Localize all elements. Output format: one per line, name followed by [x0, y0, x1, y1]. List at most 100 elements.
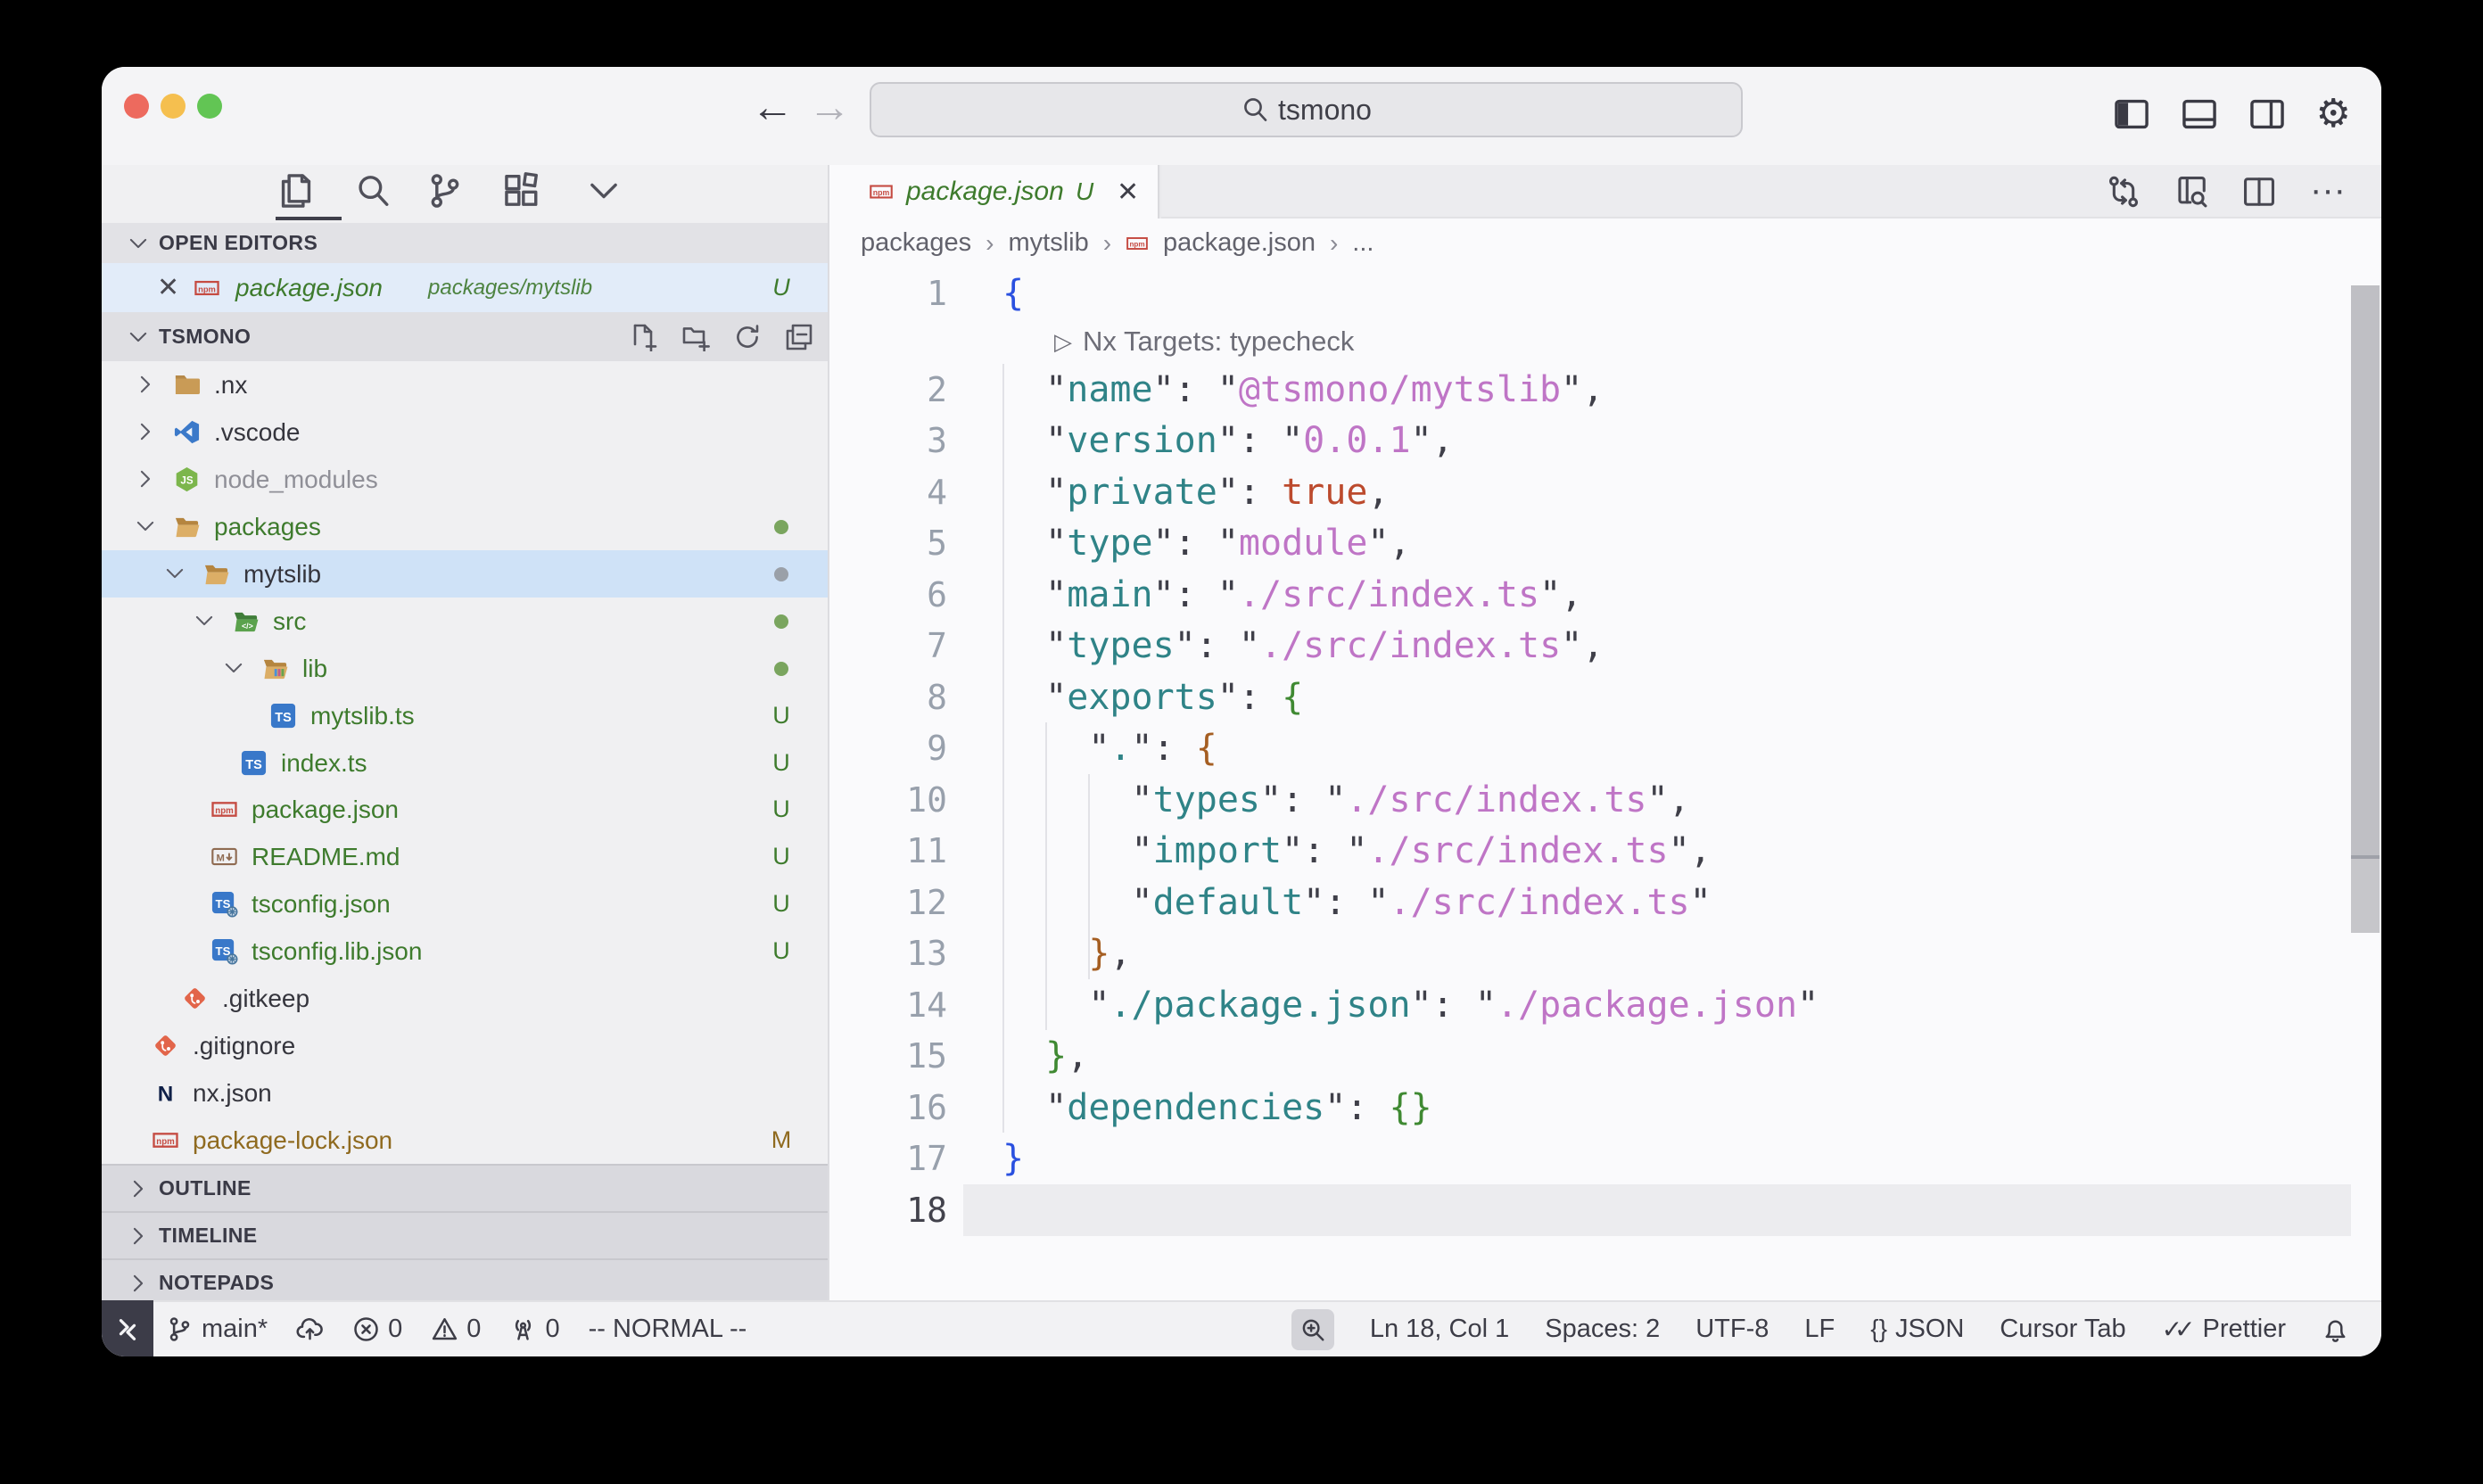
tree-item-tsconfig-json[interactable]: TStsconfig.jsonU — [102, 880, 828, 928]
status-0[interactable]: 0 — [352, 1315, 402, 1344]
code-line-11: 11 "import": "./src/index.ts", — [829, 825, 2381, 877]
status-main-[interactable]: main* — [166, 1315, 268, 1344]
status-0[interactable]: 0 — [509, 1315, 559, 1344]
remote-indicator[interactable] — [102, 1300, 153, 1356]
tree-item-package-json[interactable]: npmpackage.jsonU — [102, 786, 828, 833]
breadcrumb-item[interactable]: package.json — [1163, 228, 1316, 258]
code-editor[interactable]: ▷Nx Targets: typecheck1{2 "name": "@tsmo… — [829, 268, 2381, 1300]
tree-item-node-modules[interactable]: JSnode_modules — [102, 456, 828, 503]
status--normal-[interactable]: -- NORMAL -- — [589, 1315, 747, 1344]
toggle-primary-sidebar-icon[interactable] — [2113, 95, 2150, 133]
collapse-all-icon[interactable] — [785, 323, 813, 351]
compare-changes-icon[interactable] — [2107, 175, 2141, 209]
tab-close-icon[interactable]: ✕ — [1117, 177, 1139, 208]
breadcrumb-item[interactable]: ... — [1352, 228, 1373, 258]
tree-item-src[interactable]: </>src — [102, 598, 828, 645]
tree-item--gitkeep[interactable]: .gitkeep — [102, 975, 828, 1022]
chevron-right-icon[interactable] — [134, 467, 157, 491]
code-line-18: 18 — [829, 1184, 2381, 1236]
close-icon[interactable]: ✕ — [157, 272, 179, 303]
open-editor-filename: package.json — [235, 274, 383, 302]
section-outline[interactable]: OUTLINE — [102, 1164, 828, 1211]
tree-item-label: src — [273, 598, 306, 645]
status-lf[interactable]: LF — [1804, 1315, 1835, 1344]
settings-gear-icon[interactable]: ⚙ — [2316, 95, 2351, 133]
history-forward-button[interactable]: → — [808, 83, 851, 133]
tree-item--gitignore[interactable]: .gitignore — [102, 1022, 828, 1069]
section-timeline[interactable]: TIMELINE — [102, 1211, 828, 1258]
tree-item-tsconfig-lib-json[interactable]: TStsconfig.lib.jsonU — [102, 928, 828, 975]
tree-item-package-lock-json[interactable]: npmpackage-lock.jsonM — [102, 1117, 828, 1164]
refresh-icon[interactable] — [733, 323, 762, 351]
tree-item--nx[interactable]: .nx — [102, 361, 828, 408]
open-editors-header[interactable]: OPEN EDITORS — [102, 223, 828, 263]
more-actions-icon[interactable]: ··· — [2310, 175, 2346, 209]
tree-item-mytslib[interactable]: mytslib — [102, 550, 828, 598]
status-bell[interactable] — [2322, 1315, 2349, 1343]
change-dot-badge — [774, 614, 788, 629]
svg-text:JS: JS — [180, 475, 193, 487]
tab-package-json[interactable]: npm package.json U ✕ — [829, 165, 1159, 218]
new-folder-icon[interactable] — [681, 323, 710, 351]
status-cloud-upload[interactable] — [296, 1315, 324, 1343]
breadcrumb: packages›mytslib›npmpackage.json›... — [829, 218, 2381, 268]
status-utf-8[interactable]: UTF-8 — [1695, 1315, 1769, 1344]
node-icon: JS — [173, 466, 201, 493]
tree-item-label: nx.json — [193, 1069, 272, 1117]
code-line-16: 16 "dependencies": {} — [829, 1082, 2381, 1134]
chevron-down-icon[interactable] — [193, 609, 216, 632]
traffic-minimize-button[interactable] — [161, 94, 186, 119]
new-file-icon[interactable] — [630, 323, 658, 351]
search-view-icon[interactable] — [354, 172, 392, 210]
codelens-nx-targets[interactable]: ▷Nx Targets: typecheck — [1054, 319, 1354, 364]
tree-item--vscode[interactable]: .vscode — [102, 408, 828, 456]
svg-text:M: M — [217, 853, 225, 864]
status-json[interactable]: {}JSON — [1870, 1315, 1964, 1344]
section-notepads[interactable]: NOTEPADS — [102, 1258, 828, 1306]
status-spaces-2[interactable]: Spaces: 2 — [1545, 1315, 1660, 1344]
chevron-down-icon[interactable] — [134, 515, 157, 538]
tree-item-packages[interactable]: packages — [102, 503, 828, 550]
tree-item-mytslib-ts[interactable]: TSmytslib.tsU — [102, 692, 828, 739]
status-label: JSON — [1895, 1315, 1964, 1344]
more-views-chevron-icon[interactable] — [585, 172, 623, 210]
status-zoom-box[interactable] — [1291, 1309, 1334, 1350]
code-line-12: 12 "default": "./src/index.ts" — [829, 877, 2381, 928]
line-content: }, — [1002, 1030, 1088, 1082]
split-editor-icon[interactable] — [2242, 175, 2276, 209]
breadcrumb-item[interactable]: packages — [861, 228, 971, 258]
tree-item-nx-json[interactable]: Nnx.json — [102, 1069, 828, 1117]
status-label: 0 — [545, 1315, 559, 1344]
tree-item-index-ts[interactable]: TSindex.tsU — [102, 739, 828, 787]
chevron-right-icon[interactable] — [134, 420, 157, 443]
open-editor-item[interactable]: ✕ npm package.json packages/mytslib U — [102, 263, 828, 312]
history-back-button[interactable]: ← — [751, 83, 794, 133]
status-prettier[interactable]: ✓✓Prettier — [2162, 1315, 2286, 1345]
status-ln-18-col-1[interactable]: Ln 18, Col 1 — [1370, 1315, 1509, 1344]
line-content: "dependencies": {} — [1002, 1082, 1432, 1134]
tree-item-label: lib — [302, 645, 327, 692]
breadcrumb-item[interactable]: mytslib — [1008, 228, 1088, 258]
tree-item-readme-md[interactable]: MREADME.mdU — [102, 833, 828, 880]
tree-item-label: .gitignore — [193, 1022, 295, 1069]
command-center-search[interactable]: tsmono — [870, 82, 1743, 137]
source-control-icon[interactable] — [426, 172, 464, 210]
chevron-down-icon[interactable] — [163, 562, 186, 585]
chevron-down-icon[interactable] — [222, 656, 245, 680]
traffic-close-button[interactable] — [124, 94, 149, 119]
status-cursor-tab[interactable]: Cursor Tab — [2000, 1315, 2125, 1344]
extensions-icon[interactable] — [503, 172, 540, 210]
zoom-box-icon — [1299, 1316, 1326, 1343]
open-preview-icon[interactable] — [2174, 175, 2208, 209]
tree-item-lib[interactable]: lib — [102, 645, 828, 692]
md-icon: M — [210, 843, 238, 870]
workspace-header[interactable]: TSMONO — [102, 312, 828, 361]
active-view-indicator — [276, 217, 342, 220]
traffic-maximize-button[interactable] — [197, 94, 222, 119]
toggle-secondary-sidebar-icon[interactable] — [2248, 95, 2286, 133]
explorer-icon[interactable] — [277, 172, 315, 210]
toggle-panel-icon[interactable] — [2181, 95, 2218, 133]
chevron-right-icon[interactable] — [134, 373, 157, 396]
code-line-1: 1{ — [829, 268, 2381, 319]
status-0[interactable]: 0 — [431, 1315, 481, 1344]
